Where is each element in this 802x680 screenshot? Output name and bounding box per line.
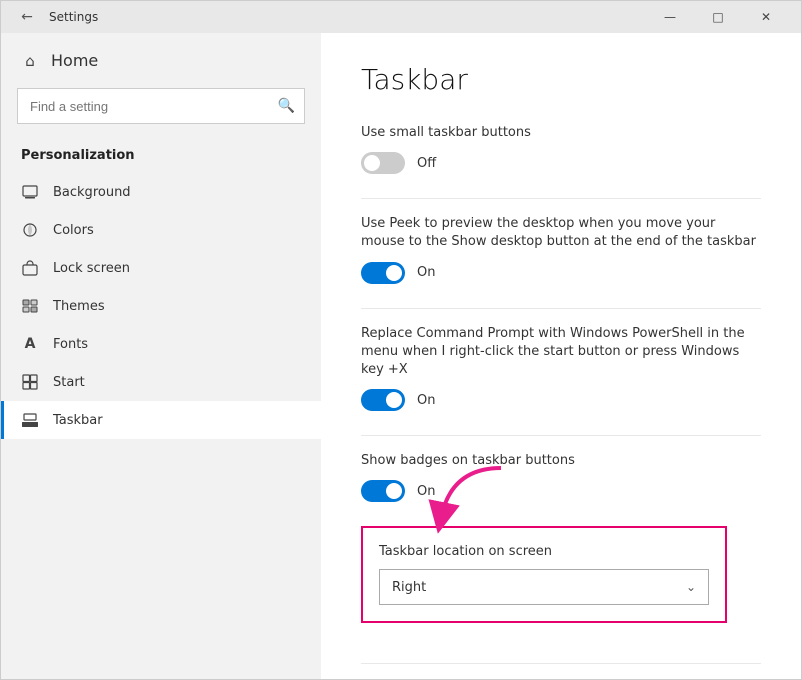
sidebar-item-lock-screen[interactable]: Lock screen (1, 249, 321, 287)
colors-icon (21, 221, 39, 239)
toggle-row-small-buttons: Off (361, 152, 761, 174)
home-icon: ⌂ (21, 52, 39, 70)
toggle-powershell-text: On (417, 393, 435, 408)
sidebar-label-themes: Themes (53, 299, 105, 314)
toggle-peek-text: On (417, 265, 435, 280)
toggle-row-badges: On (361, 480, 761, 502)
background-icon (21, 183, 39, 201)
location-dropdown-value: Right (392, 580, 426, 595)
setting-badges-label: Show badges on taskbar buttons (361, 452, 761, 470)
maximize-button[interactable]: □ (695, 1, 741, 33)
sidebar-item-colors[interactable]: Colors (1, 211, 321, 249)
sidebar-item-background[interactable]: Background (1, 173, 321, 211)
toggle-thumb (386, 265, 402, 281)
minimize-button[interactable]: — (647, 1, 693, 33)
sidebar-label-lock-screen: Lock screen (53, 261, 130, 276)
sidebar-item-fonts[interactable]: A Fonts (1, 325, 321, 363)
toggle-thumb (386, 483, 402, 499)
window-title: Settings (49, 10, 647, 24)
toggle-row-powershell: On (361, 389, 761, 411)
toggle-row-peek: On (361, 262, 761, 284)
toggle-thumb (386, 392, 402, 408)
sidebar-item-taskbar[interactable]: Taskbar (1, 401, 321, 439)
sidebar-item-home[interactable]: ⌂ Home (1, 41, 321, 80)
sidebar-label-background: Background (53, 185, 131, 200)
divider-2 (361, 308, 761, 309)
location-dropdown[interactable]: Right ⌄ (379, 569, 709, 605)
sidebar-item-start[interactable]: Start (1, 363, 321, 401)
toggle-peek[interactable] (361, 262, 405, 284)
content-area: ⌂ Home 🔍 Personalization Background Colo… (1, 33, 801, 679)
taskbar-location-section: Taskbar location on screen Right ⌄ (361, 526, 727, 623)
themes-icon (21, 297, 39, 315)
setting-powershell-label: Replace Command Prompt with Windows Powe… (361, 325, 761, 380)
divider-1 (361, 198, 761, 199)
location-label: Taskbar location on screen (379, 544, 709, 559)
settings-window: ← Settings — □ ✕ ⌂ Home 🔍 Personalizatio… (0, 0, 802, 680)
sidebar-label-taskbar: Taskbar (53, 413, 103, 428)
sidebar-label-start: Start (53, 375, 85, 390)
home-label: Home (51, 51, 98, 70)
toggle-small-buttons-text: Off (417, 156, 436, 171)
setting-badges: Show badges on taskbar buttons On (361, 452, 761, 502)
sidebar-label-fonts: Fonts (53, 337, 88, 352)
search-input[interactable] (17, 88, 305, 124)
toggle-small-buttons[interactable] (361, 152, 405, 174)
setting-peek-label: Use Peek to preview the desktop when you… (361, 215, 761, 251)
lock-screen-icon (21, 259, 39, 277)
back-button[interactable]: ← (13, 3, 41, 31)
toggle-badges[interactable] (361, 480, 405, 502)
window-controls: — □ ✕ (647, 1, 789, 33)
setting-small-buttons: Use small taskbar buttons Off (361, 124, 761, 174)
setting-powershell: Replace Command Prompt with Windows Powe… (361, 325, 761, 412)
chevron-down-icon: ⌄ (686, 580, 696, 594)
divider-4 (361, 663, 761, 664)
titlebar: ← Settings — □ ✕ (1, 1, 801, 33)
toggle-badges-text: On (417, 484, 435, 499)
toggle-powershell[interactable] (361, 389, 405, 411)
sidebar-label-colors: Colors (53, 223, 94, 238)
start-icon (21, 373, 39, 391)
fonts-icon: A (21, 335, 39, 353)
divider-3 (361, 435, 761, 436)
toggle-thumb (364, 155, 380, 171)
setting-small-buttons-label: Use small taskbar buttons (361, 124, 761, 142)
page-title: Taskbar (361, 63, 761, 96)
setting-peek: Use Peek to preview the desktop when you… (361, 215, 761, 283)
search-icon: 🔍 (278, 98, 295, 114)
close-button[interactable]: ✕ (743, 1, 789, 33)
sidebar: ⌂ Home 🔍 Personalization Background Colo… (1, 33, 321, 679)
main-content: Taskbar Use small taskbar buttons Off Us… (321, 33, 801, 679)
section-title: Personalization (1, 140, 321, 173)
taskbar-icon (21, 411, 39, 429)
search-container: 🔍 (17, 88, 305, 124)
sidebar-item-themes[interactable]: Themes (1, 287, 321, 325)
